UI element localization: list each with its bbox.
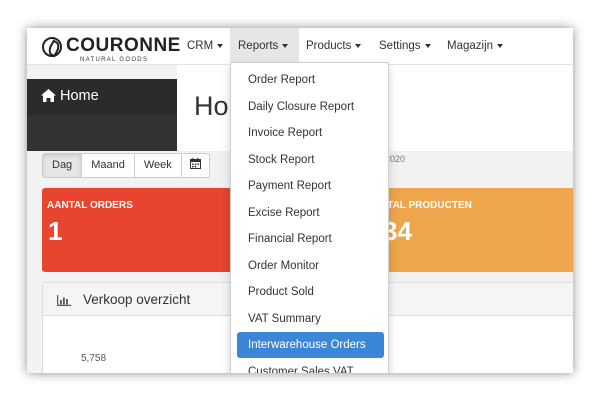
nav-label: Reports — [238, 40, 279, 52]
menu-item-interwarehouse-orders[interactable]: Interwarehouse Orders — [237, 332, 384, 358]
nav-item-products[interactable]: Products — [298, 28, 369, 65]
menu-item-customer-sales-vat[interactable]: Customer Sales VAT — [237, 359, 384, 374]
orders-tile-label: AANTAL ORDERS — [47, 200, 133, 211]
caret-down-icon — [424, 43, 431, 48]
menu-item-invoice-report[interactable]: Invoice Report — [237, 120, 384, 146]
orders-count-tile: AANTAL ORDERS 1 — [42, 188, 242, 272]
period-dag-button[interactable]: Dag — [42, 153, 83, 178]
menu-item-payment-report[interactable]: Payment Report — [237, 173, 384, 199]
brand-tagline: NATURAL GOODS — [80, 57, 149, 63]
products-tile-label: NTAL PRODUCTEN — [380, 200, 472, 211]
top-navbar: COURONNE NATURAL GOODS CRM Reports Produ… — [27, 28, 573, 65]
sidebar-item-home[interactable]: Home — [27, 79, 177, 115]
menu-item-vat-summary[interactable]: VAT Summary — [237, 306, 384, 332]
nav-item-crm[interactable]: CRM — [179, 28, 231, 65]
products-count-tile: NTAL PRODUCTEN 34 — [377, 188, 573, 272]
calendar-icon — [189, 158, 201, 169]
nav-item-magazijn[interactable]: Magazijn — [439, 28, 511, 65]
caret-down-icon — [217, 43, 224, 48]
chart-axis-label: 5,758 — [81, 353, 107, 364]
caret-down-icon — [355, 43, 362, 48]
caret-down-icon — [282, 43, 289, 48]
nav-item-settings[interactable]: Settings — [371, 28, 439, 65]
home-icon — [41, 89, 56, 102]
nav-label: Products — [306, 40, 352, 52]
orders-tile-value: 1 — [48, 216, 63, 246]
menu-item-stock-report[interactable]: Stock Report — [237, 147, 384, 173]
nav-label: Settings — [379, 40, 421, 52]
sidebar-home-label: Home — [60, 88, 99, 104]
period-week-button[interactable]: Week — [133, 153, 182, 178]
caret-down-icon — [497, 43, 504, 48]
menu-item-daily-closure-report[interactable]: Daily Closure Report — [237, 94, 384, 120]
brand-name: COURONNE — [66, 35, 181, 56]
leaf-logo-icon — [42, 37, 62, 57]
page-title: Ho — [194, 91, 229, 121]
menu-item-order-monitor[interactable]: Order Monitor — [237, 253, 384, 279]
bar-chart-icon — [57, 295, 71, 306]
nav-label: Magazijn — [447, 40, 494, 52]
menu-item-order-report[interactable]: Order Report — [237, 67, 384, 93]
nav-item-reports[interactable]: Reports — [230, 28, 299, 65]
reports-dropdown-menu: Order Report Daily Closure Report Invoic… — [230, 62, 389, 373]
menu-item-financial-report[interactable]: Financial Report — [237, 226, 384, 252]
panel-title: Verkoop overzicht — [83, 292, 191, 307]
menu-item-excise-report[interactable]: Excise Report — [237, 200, 384, 226]
period-button-group: Dag Maand Week — [42, 153, 210, 178]
menu-item-product-sold[interactable]: Product Sold — [237, 279, 384, 305]
period-maand-button[interactable]: Maand — [81, 153, 135, 178]
app-window: COURONNE NATURAL GOODS CRM Reports Produ… — [27, 28, 573, 373]
calendar-button[interactable] — [180, 153, 210, 178]
nav-label: CRM — [187, 40, 214, 52]
